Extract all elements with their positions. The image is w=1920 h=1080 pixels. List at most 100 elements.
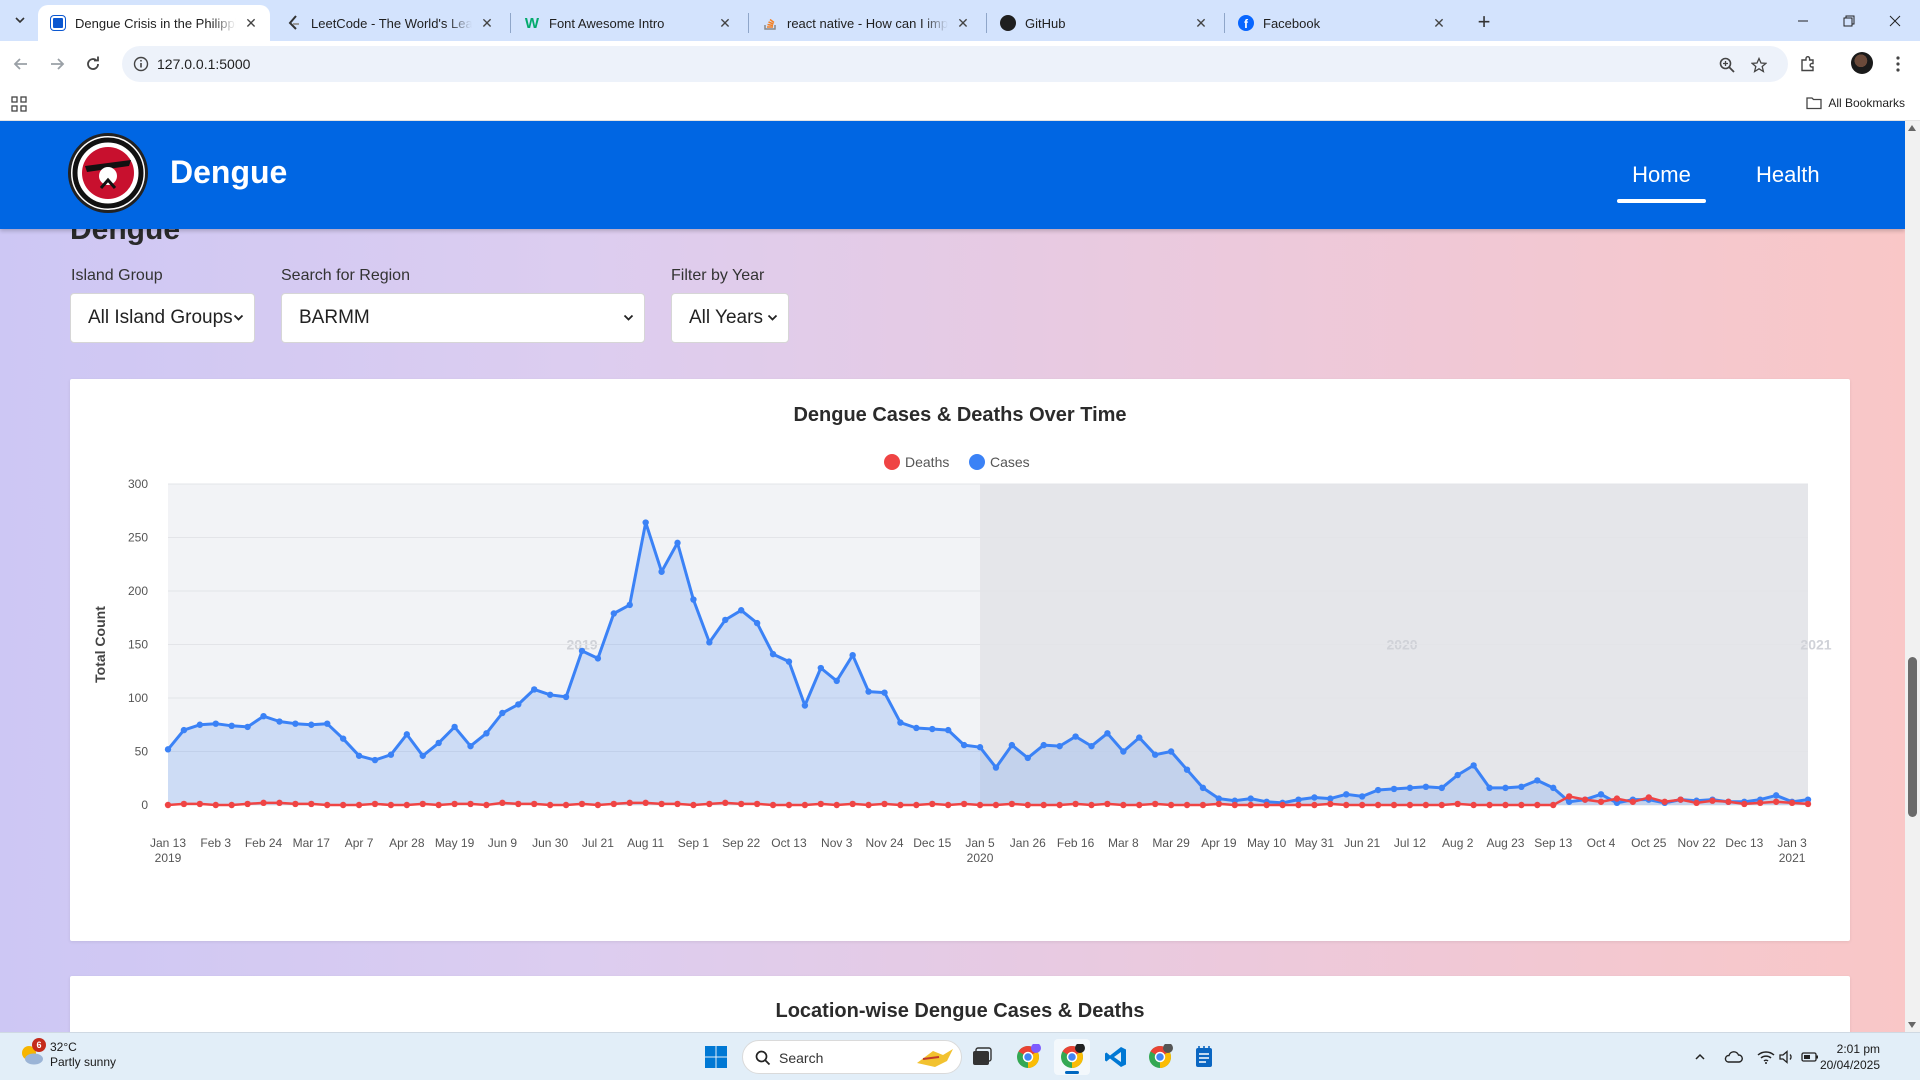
cases-point[interactable] [1072, 733, 1079, 740]
cases-point[interactable] [164, 746, 172, 753]
cases-point[interactable] [1024, 754, 1032, 762]
cases-point[interactable] [435, 739, 442, 747]
cases-point[interactable] [992, 764, 1000, 771]
deaths-point[interactable] [1565, 793, 1573, 800]
tab-facebook[interactable]: f Facebook ✕ [1226, 5, 1458, 41]
deaths-point[interactable] [1406, 801, 1414, 809]
vscode-icon[interactable] [1098, 1039, 1134, 1075]
deaths-point[interactable] [960, 800, 968, 808]
deaths-point[interactable] [546, 801, 554, 809]
volume-icon[interactable] [1778, 1047, 1798, 1067]
zoom-icon[interactable] [1716, 54, 1738, 76]
cases-point[interactable] [1550, 784, 1557, 792]
cases-point[interactable] [1406, 784, 1414, 792]
cases-point[interactable] [355, 752, 363, 759]
deaths-point[interactable] [1327, 800, 1334, 808]
cases-point[interactable] [594, 655, 602, 662]
deaths-point[interactable] [642, 799, 649, 807]
deaths-point[interactable] [1088, 801, 1095, 809]
deaths-point[interactable] [1104, 800, 1111, 808]
apps-grid-icon[interactable] [11, 96, 27, 112]
cases-point[interactable] [180, 726, 188, 734]
deaths-point[interactable] [1231, 801, 1238, 809]
system-clock[interactable]: 2:01 pm 20/04/2025 [1820, 1041, 1880, 1073]
deaths-point[interactable] [578, 800, 586, 808]
deaths-point[interactable] [1502, 801, 1509, 809]
cases-point[interactable] [196, 721, 204, 728]
notepad-icon[interactable] [1186, 1039, 1222, 1075]
cases-point[interactable] [690, 596, 697, 603]
deaths-point[interactable] [244, 800, 251, 808]
cases-point[interactable] [1454, 771, 1461, 779]
deaths-point[interactable] [1279, 801, 1286, 809]
cases-point[interactable] [849, 652, 856, 659]
deaths-point[interactable] [929, 800, 936, 808]
deaths-point[interactable] [1788, 799, 1796, 807]
cases-point[interactable] [865, 688, 872, 695]
close-tab-icon[interactable]: ✕ [242, 14, 260, 32]
deaths-point[interactable] [1486, 801, 1493, 809]
cases-point[interactable] [1358, 793, 1366, 800]
close-tab-icon[interactable]: ✕ [1192, 14, 1210, 32]
deaths-point[interactable] [913, 801, 920, 809]
cases-point[interactable] [212, 720, 219, 727]
close-tab-icon[interactable]: ✕ [954, 14, 972, 32]
forward-arrow-icon[interactable] [42, 49, 72, 79]
deaths-point[interactable] [1470, 801, 1477, 809]
cases-point[interactable] [562, 693, 570, 701]
deaths-point[interactable] [801, 801, 809, 809]
cases-point[interactable] [960, 741, 968, 749]
cases-point[interactable] [371, 756, 379, 764]
deaths-point[interactable] [499, 799, 506, 807]
close-tab-icon[interactable]: ✕ [716, 14, 734, 32]
deaths-point[interactable] [1311, 801, 1318, 809]
cases-point[interactable] [387, 751, 395, 758]
deaths-point[interactable] [897, 801, 904, 809]
extensions-icon[interactable] [1794, 50, 1822, 78]
deaths-point[interactable] [1358, 801, 1366, 809]
deaths-point[interactable] [626, 799, 633, 807]
deaths-point[interactable] [658, 800, 665, 808]
deaths-point[interactable] [833, 801, 840, 809]
deaths-point[interactable] [164, 801, 172, 809]
onedrive-cloud-icon[interactable] [1723, 1047, 1743, 1067]
deaths-point[interactable] [1804, 800, 1812, 808]
tab-search-chevron-icon[interactable] [8, 8, 32, 32]
cases-point[interactable] [228, 722, 235, 730]
cases-point[interactable] [658, 568, 665, 575]
deaths-point[interactable] [722, 799, 729, 807]
deaths-point[interactable] [451, 800, 458, 808]
cases-point[interactable] [244, 723, 251, 731]
cases-point[interactable] [1120, 748, 1127, 755]
weather-widget[interactable]: 6 32°C Partly sunny [18, 1038, 116, 1070]
deaths-point[interactable] [1709, 797, 1716, 804]
deaths-point[interactable] [1741, 800, 1748, 808]
deaths-point[interactable] [1343, 801, 1350, 809]
deaths-point[interactable] [515, 800, 522, 808]
deaths-point[interactable] [355, 801, 363, 809]
cases-point[interactable] [578, 647, 586, 655]
close-tab-icon[interactable]: ✕ [478, 14, 496, 32]
scrollbar-thumb[interactable] [1908, 657, 1917, 817]
cases-point[interactable] [1518, 783, 1525, 791]
cases-point[interactable] [1247, 795, 1254, 802]
site-brand[interactable]: Dengue [170, 154, 287, 191]
profile-avatar[interactable] [1851, 52, 1873, 74]
deaths-point[interactable] [976, 801, 984, 809]
nav-home[interactable]: Home [1617, 162, 1706, 188]
deaths-point[interactable] [738, 800, 745, 808]
cases-point[interactable] [546, 691, 554, 698]
cases-point[interactable] [1374, 786, 1382, 794]
site-logo[interactable] [68, 133, 148, 213]
deaths-point[interactable] [769, 801, 777, 809]
deaths-point[interactable] [1550, 801, 1557, 809]
deaths-point[interactable] [1597, 798, 1605, 805]
deaths-point[interactable] [292, 800, 299, 808]
scroll-down-arrow-icon[interactable] [1908, 1022, 1916, 1028]
new-tab-plus-icon[interactable]: + [1470, 8, 1498, 36]
deaths-point[interactable] [180, 800, 188, 808]
region-select[interactable]: BARMM [281, 293, 645, 343]
cases-point[interactable] [1088, 742, 1095, 750]
deaths-point[interactable] [674, 800, 681, 808]
deaths-point[interactable] [753, 800, 761, 808]
